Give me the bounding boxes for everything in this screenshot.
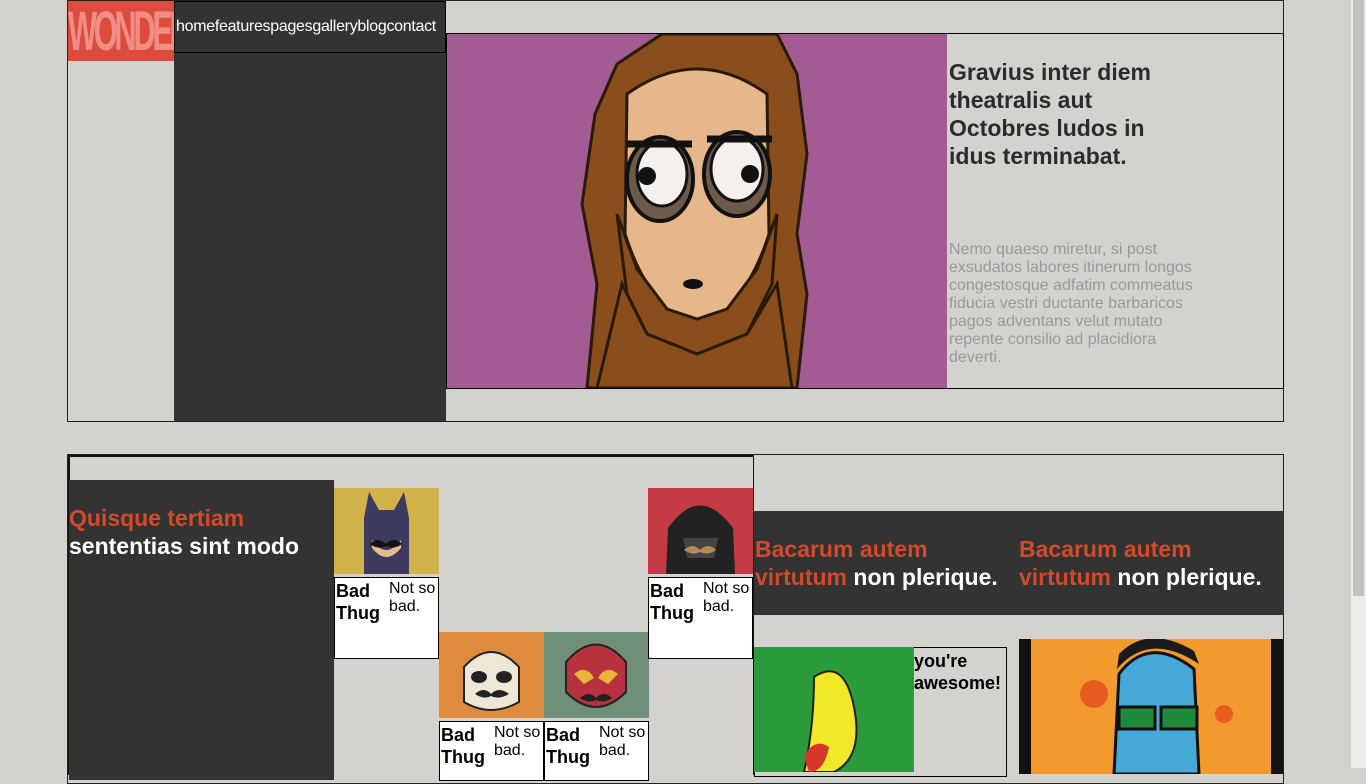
scrollbar-thumb[interactable] xyxy=(1353,0,1364,596)
card-bad-thug[interactable]: Bad Thug Not so bad. xyxy=(334,577,439,659)
site-logo[interactable]: WONDER xyxy=(68,1,174,61)
nav-panel xyxy=(174,53,446,421)
batman-mustache-icon[interactable] xyxy=(334,488,439,574)
nav-link-pages[interactable]: pages xyxy=(270,18,312,36)
band-heading-1: Bacarum autem virtutum non plerique. xyxy=(755,535,1015,591)
band-white: non plerique. xyxy=(1117,564,1262,590)
bigfoot-illustration-icon xyxy=(447,34,947,388)
quote-orange: Quisque tertiam xyxy=(69,505,245,531)
card-bad-thug[interactable]: Bad Thug Not so bad. xyxy=(439,721,544,781)
nav-link-contact[interactable]: contact xyxy=(386,18,436,36)
nav-link-gallery[interactable]: gallery xyxy=(312,18,357,36)
vader-mustache-icon[interactable] xyxy=(648,488,753,574)
main-nav: home features pages gallery blog contact xyxy=(174,1,446,53)
card-subtitle: Not so bad. xyxy=(494,724,541,759)
awesome-text: you're awesome! xyxy=(914,651,1002,693)
quote-white: sententias sint modo xyxy=(69,533,300,559)
card-bad-thug[interactable]: Bad Thug Not so bad. xyxy=(544,721,649,781)
parrot-illustration-icon[interactable] xyxy=(754,647,914,772)
stormtrooper-mustache-icon[interactable] xyxy=(439,632,544,718)
band-white: non plerique. xyxy=(853,564,998,590)
card-title: Bad Thug xyxy=(336,581,380,623)
card-title: Bad Thug xyxy=(441,725,485,767)
card-bad-thug[interactable]: Bad Thug Not so bad. xyxy=(648,577,753,659)
luchador-mask-icon[interactable] xyxy=(544,632,649,718)
sunglasses-man-illustration-icon[interactable] xyxy=(1019,639,1283,774)
quote-panel: Quisque tertiam sententias sint modo xyxy=(69,480,334,780)
card-title: Bad Thug xyxy=(546,725,590,767)
card-title: Bad Thug xyxy=(650,581,694,623)
band-heading-2: Bacarum autem virtutum non plerique. xyxy=(1019,535,1283,591)
hero-text: Nemo quaeso miretur, si post exsudatos l… xyxy=(949,241,1193,366)
card-subtitle: Not so bad. xyxy=(703,580,750,615)
nav-link-home[interactable]: home xyxy=(176,18,215,36)
nav-link-blog[interactable]: blog xyxy=(357,18,386,36)
quote-heading: Quisque tertiam sententias sint modo xyxy=(69,480,334,560)
card-subtitle: Not so bad. xyxy=(389,580,436,615)
nav-link-features[interactable]: features xyxy=(215,18,271,36)
hero-title: Gravius inter diem theatralis aut Octobr… xyxy=(949,59,1151,169)
card-subtitle: Not so bad. xyxy=(599,724,646,759)
